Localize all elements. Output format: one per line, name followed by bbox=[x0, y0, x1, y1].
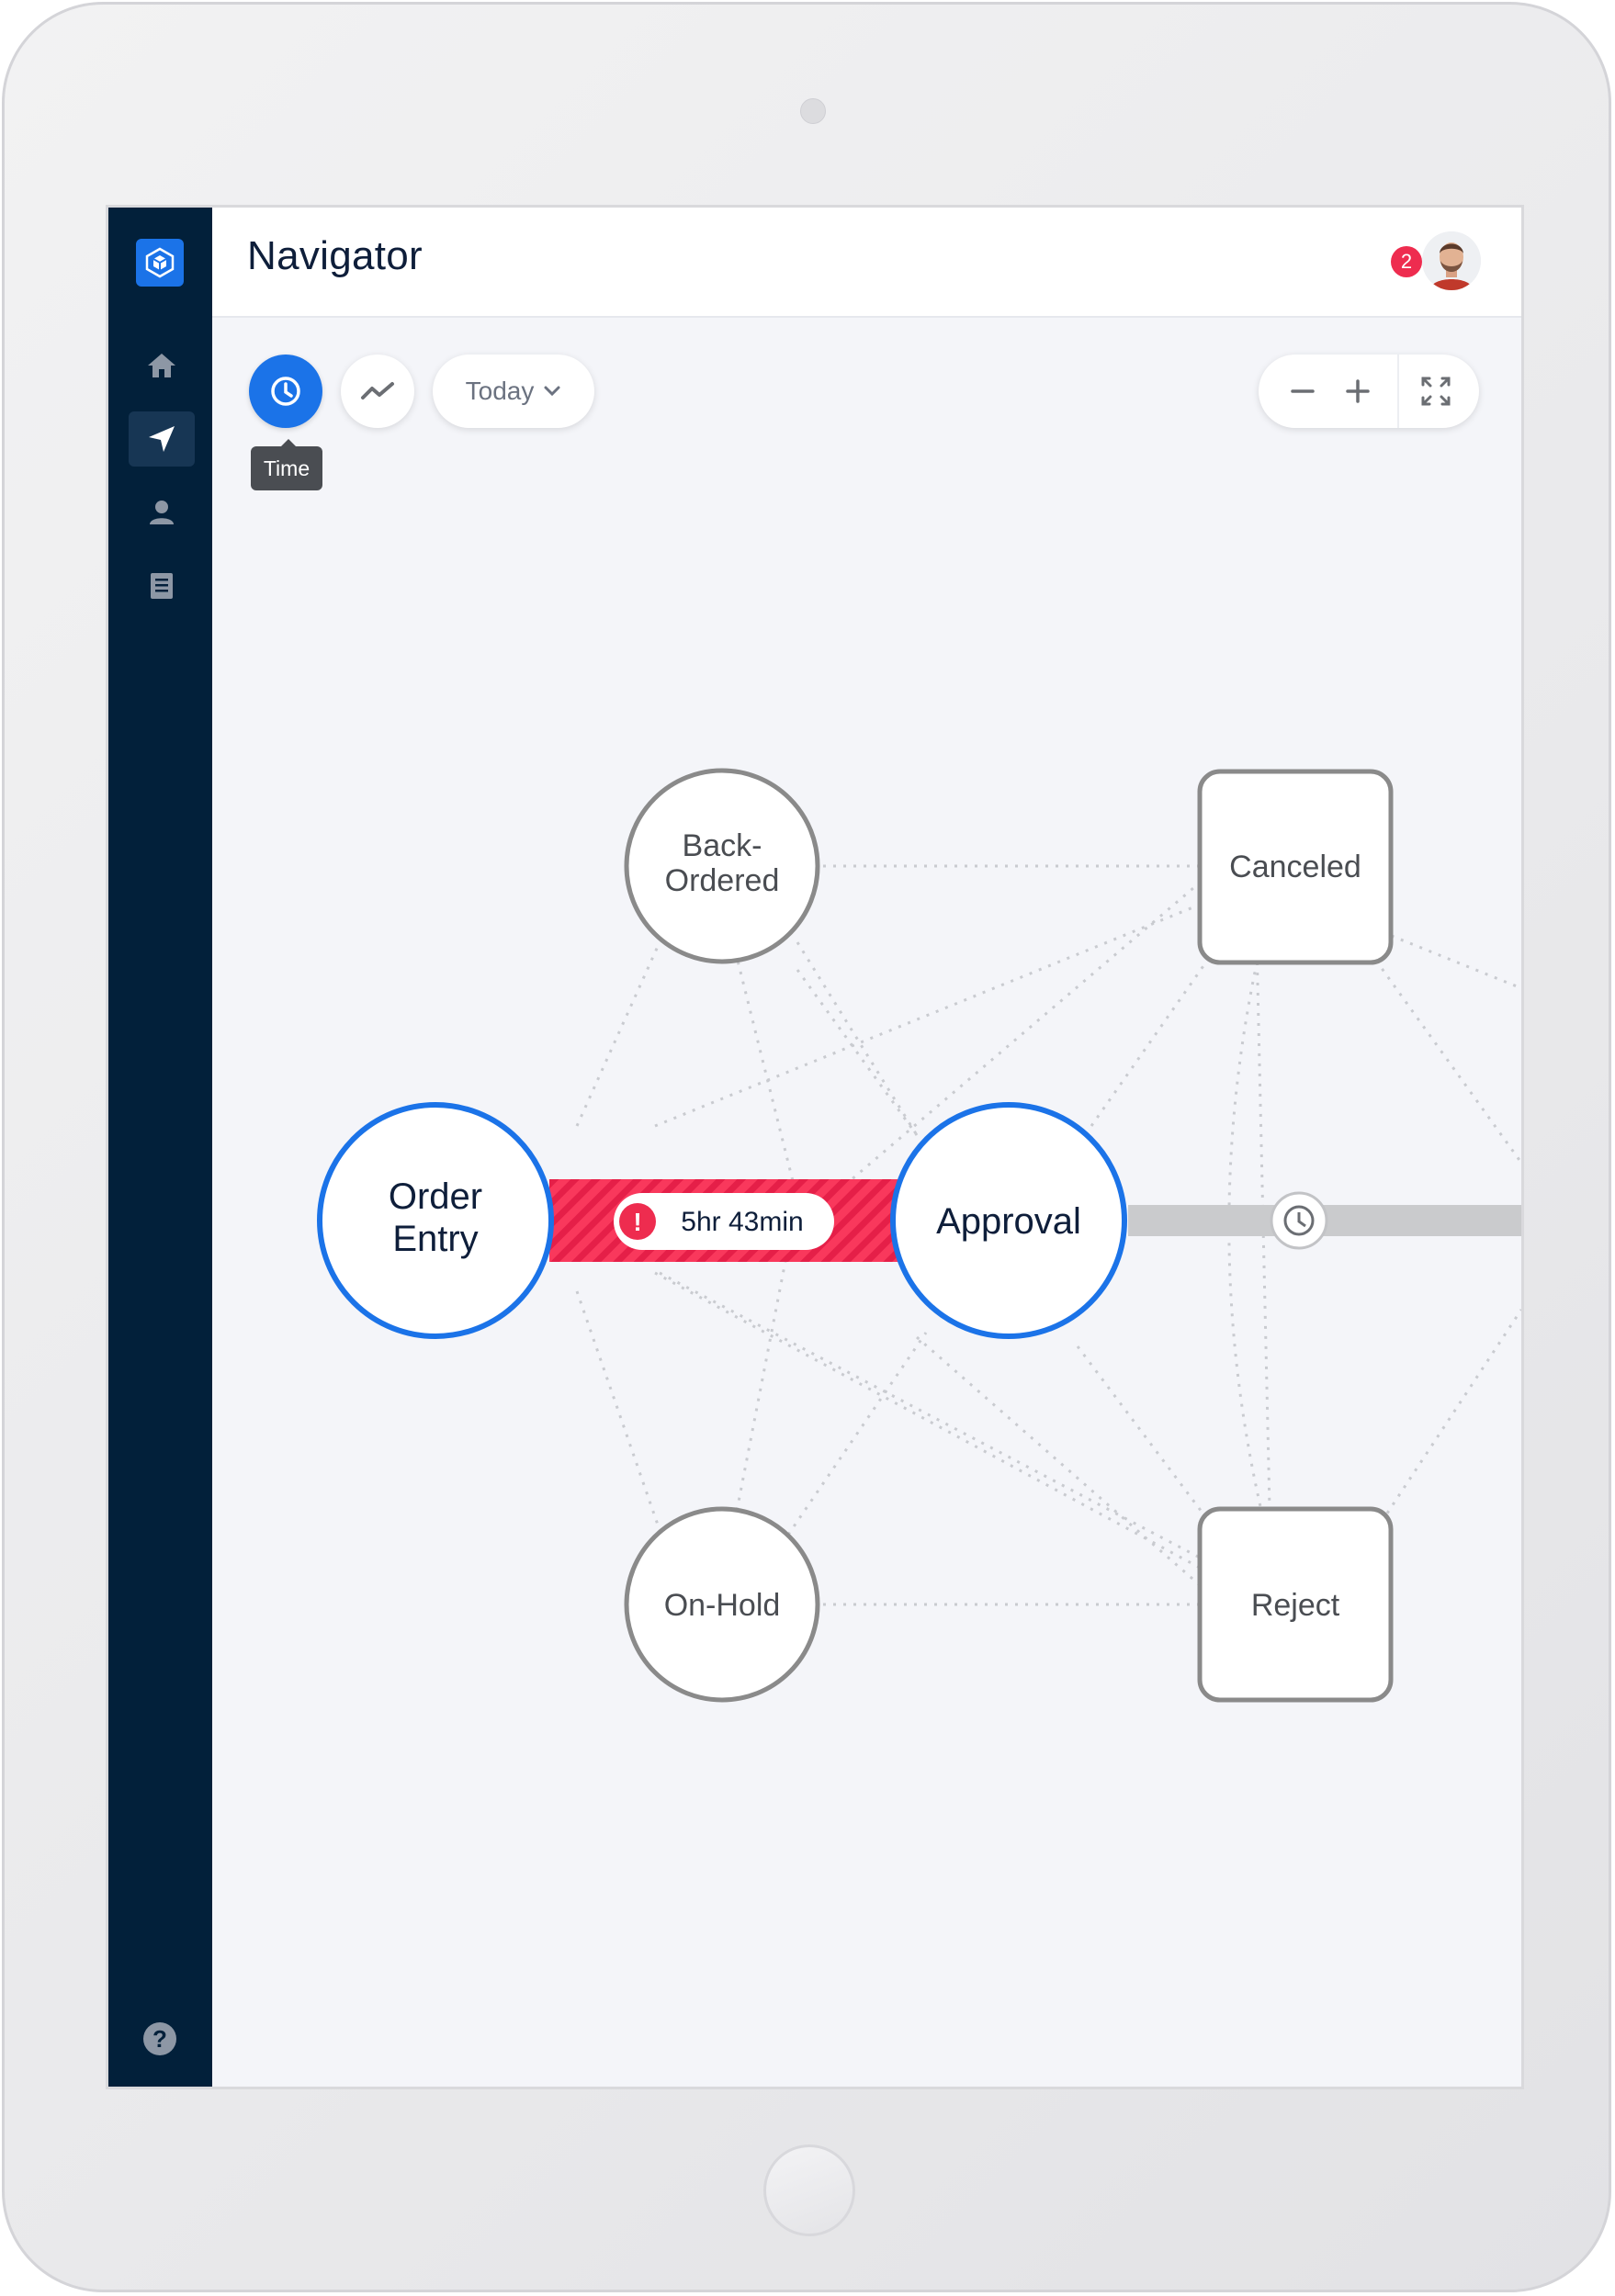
sidebar-item-documents[interactable] bbox=[129, 558, 195, 613]
connector bbox=[916, 1335, 1201, 1587]
user-icon bbox=[150, 501, 174, 524]
date-range-dropdown[interactable]: Today bbox=[433, 355, 594, 428]
node-label: Reject bbox=[1251, 1588, 1340, 1623]
avatar[interactable] bbox=[1422, 231, 1481, 290]
svg-text:!: ! bbox=[633, 1208, 641, 1236]
fullscreen-button[interactable] bbox=[1399, 355, 1473, 428]
tablet-camera bbox=[800, 98, 826, 124]
connector bbox=[1374, 1309, 1521, 1531]
connector bbox=[1255, 941, 1272, 1549]
date-range-label: Today bbox=[465, 377, 535, 405]
document-icon bbox=[151, 573, 173, 599]
plus-icon bbox=[1346, 379, 1370, 403]
user-avatar-image bbox=[1422, 231, 1481, 290]
sidebar: ? bbox=[108, 208, 212, 2087]
chevron-down-icon bbox=[544, 386, 560, 397]
node-label: On-Hold bbox=[664, 1588, 781, 1623]
tablet-home-button[interactable] bbox=[763, 2144, 855, 2236]
node-reject[interactable]: Reject bbox=[1197, 1506, 1394, 1703]
node-label: Order bbox=[389, 1176, 482, 1217]
app-logo[interactable] bbox=[136, 239, 184, 287]
connector bbox=[575, 941, 661, 1127]
node-label: Back- bbox=[683, 828, 762, 863]
edge-duration-label: 5hr 43min bbox=[681, 1207, 803, 1237]
node-canceled[interactable]: Canceled bbox=[1197, 769, 1394, 965]
connector bbox=[796, 969, 919, 1136]
cube-logo-icon bbox=[145, 247, 175, 278]
connector bbox=[786, 1332, 928, 1536]
zoom-in-button[interactable] bbox=[1330, 355, 1385, 428]
node-label: Canceled bbox=[1229, 850, 1361, 884]
node-back-ordered[interactable]: Back- Ordered bbox=[624, 768, 820, 964]
connector bbox=[575, 1290, 661, 1531]
connector bbox=[1090, 941, 1222, 1127]
edge-duration-badge[interactable]: ! 5hr 43min bbox=[614, 1193, 834, 1250]
zoom-controls bbox=[1259, 355, 1479, 428]
app-screen: ! 5hr 43min Back- Ordered Canceled Order… bbox=[106, 205, 1524, 2089]
node-label: Ordered bbox=[665, 863, 780, 898]
process-graph: ! 5hr 43min Back- Ordered Canceled Order… bbox=[317, 768, 1521, 1703]
sidebar-item-navigator[interactable] bbox=[129, 411, 195, 467]
app-header: Navigator 2 bbox=[212, 208, 1521, 318]
node-on-hold[interactable]: On-Hold bbox=[624, 1506, 820, 1703]
tablet-frame: ! 5hr 43min Back- Ordered Canceled Order… bbox=[2, 2, 1611, 2292]
node-label: Entry bbox=[392, 1219, 478, 1259]
help-icon[interactable]: ? bbox=[143, 2022, 176, 2055]
time-view-button[interactable] bbox=[249, 355, 322, 428]
sidebar-item-home[interactable] bbox=[129, 338, 195, 393]
trend-view-button[interactable] bbox=[341, 355, 414, 428]
trend-line-icon bbox=[361, 382, 394, 400]
time-tooltip: Time bbox=[251, 439, 322, 490]
connector bbox=[796, 941, 919, 1136]
page-title: Navigator bbox=[247, 233, 424, 278]
home-icon bbox=[148, 354, 175, 377]
fullscreen-icon bbox=[1421, 377, 1451, 406]
notification-badge[interactable]: 2 bbox=[1391, 246, 1422, 277]
node-label: Approval bbox=[936, 1201, 1081, 1242]
node-approval[interactable]: Approval bbox=[890, 1102, 1127, 1339]
sidebar-item-users[interactable] bbox=[129, 485, 195, 540]
node-order-entry[interactable]: Order Entry bbox=[317, 1102, 554, 1339]
clock-icon bbox=[271, 377, 300, 406]
minus-icon bbox=[1291, 389, 1315, 393]
navigation-icon bbox=[149, 426, 175, 452]
connector bbox=[1374, 960, 1521, 1164]
zoom-out-button[interactable] bbox=[1275, 355, 1330, 428]
